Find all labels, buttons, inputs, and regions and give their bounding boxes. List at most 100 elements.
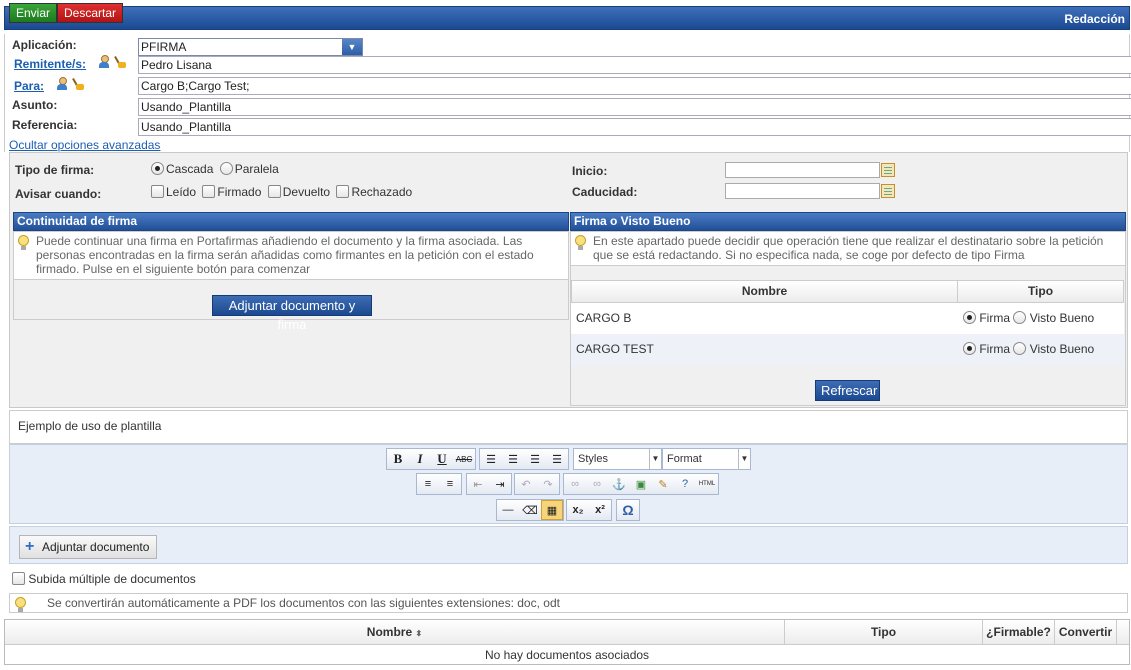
align-center-icon[interactable]: ☰ bbox=[502, 449, 524, 469]
image-icon[interactable]: ▣ bbox=[630, 474, 652, 494]
clear-broom-icon[interactable] bbox=[72, 77, 84, 91]
bullet-list-icon[interactable]: ≡ bbox=[417, 474, 439, 494]
clear-broom-icon[interactable] bbox=[114, 55, 126, 69]
approval-tip-text: En este apartado puede decidir que opera… bbox=[593, 234, 1104, 262]
to-link[interactable]: Para: bbox=[14, 79, 44, 93]
sign-radio[interactable] bbox=[963, 342, 976, 355]
read-checkbox[interactable] bbox=[151, 185, 164, 198]
app-select[interactable]: PFIRMA ▼ bbox=[138, 38, 363, 56]
returned-label: Devuelto bbox=[282, 185, 331, 199]
sort-icon[interactable]: ⬍ bbox=[415, 629, 422, 638]
link-icon[interactable]: ∞ bbox=[564, 474, 586, 494]
convert-tip-text: Se convertirán automáticamente a PDF los… bbox=[47, 596, 560, 610]
discard-button[interactable]: Descartar bbox=[57, 3, 124, 23]
multi-upload-checkbox[interactable] bbox=[12, 572, 25, 585]
horizontal-rule-icon[interactable]: — bbox=[497, 500, 519, 520]
calendar-icon[interactable] bbox=[881, 163, 895, 177]
hide-advanced-options-link[interactable]: Ocultar opciones avanzadas bbox=[9, 138, 160, 152]
calendar-icon[interactable] bbox=[881, 184, 895, 198]
undo-icon[interactable]: ↶ bbox=[515, 474, 537, 494]
attach-document-and-signature-button[interactable]: Adjuntar documento y firma bbox=[212, 295, 372, 332]
col-type-header: Tipo bbox=[1027, 284, 1054, 298]
eraser-icon[interactable]: ⌫ bbox=[519, 500, 541, 520]
cleanup-icon[interactable]: ✎ bbox=[652, 474, 674, 494]
approval-radio[interactable] bbox=[1013, 342, 1027, 355]
anchor-icon[interactable]: ⚓ bbox=[608, 474, 630, 494]
attach-area: + Adjuntar documento bbox=[9, 526, 1128, 564]
align-justify-icon[interactable]: ☰ bbox=[546, 449, 568, 469]
to-field[interactable]: Cargo B;Cargo Test; bbox=[138, 77, 1131, 95]
parallel-label: Paralela bbox=[234, 162, 279, 176]
approval-header: Firma o Visto Bueno bbox=[570, 212, 1126, 231]
styles-select-value: Styles bbox=[578, 453, 608, 465]
omega-icon[interactable]: Ω bbox=[617, 500, 639, 520]
attach-document-button[interactable]: + Adjuntar documento bbox=[19, 535, 158, 559]
italic-button[interactable]: I bbox=[409, 449, 431, 469]
recipient-type: Firma Visto Bueno bbox=[957, 303, 1124, 334]
bold-button[interactable]: B bbox=[387, 449, 409, 469]
chevron-down-icon[interactable]: ▼ bbox=[342, 39, 362, 55]
col-name-header[interactable]: Nombre ⬍ bbox=[5, 620, 785, 644]
rejected-checkbox[interactable] bbox=[336, 185, 350, 198]
top-toolbar bbox=[4, 6, 1130, 30]
request-form: Aplicación: PFIRMA ▼ Remitente/s: Pedro … bbox=[4, 34, 1131, 152]
table-row: CARGO TEST Firma Visto Bueno bbox=[571, 334, 1124, 365]
underline-button[interactable]: U bbox=[431, 449, 453, 469]
senders-field[interactable]: Pedro Lisana bbox=[138, 56, 1131, 74]
redo-icon[interactable]: ↷ bbox=[537, 474, 559, 494]
align-left-icon[interactable]: ☰ bbox=[480, 449, 502, 469]
align-group: ☰ ☰ ☰ ☰ bbox=[479, 448, 569, 470]
html-source-button[interactable]: HTML bbox=[696, 474, 718, 494]
recipient-name: CARGO TEST bbox=[576, 342, 654, 356]
reference-field[interactable]: Usando_Plantilla bbox=[138, 118, 1131, 136]
format-select[interactable]: Format ▼ bbox=[662, 448, 751, 470]
col-name-header: Nombre bbox=[572, 281, 958, 302]
approval-tip: En este apartado puede decidir que opera… bbox=[570, 231, 1126, 266]
person-icon[interactable] bbox=[98, 55, 110, 69]
align-right-icon[interactable]: ☰ bbox=[524, 449, 546, 469]
cascade-radio[interactable] bbox=[151, 162, 164, 175]
subscript-icon[interactable]: x₂ bbox=[567, 500, 589, 520]
start-date-input[interactable] bbox=[725, 162, 895, 178]
indent-icon[interactable]: ⇥ bbox=[489, 474, 511, 494]
approval-radio[interactable] bbox=[1013, 311, 1027, 324]
recipient-type: Firma Visto Bueno bbox=[957, 334, 1124, 365]
person-icon[interactable] bbox=[56, 77, 68, 91]
subject-field[interactable]: Usando_Plantilla bbox=[138, 98, 1131, 116]
recipient-name: CARGO B bbox=[576, 311, 632, 325]
list-group: ≡ ≡ bbox=[416, 473, 462, 495]
sign-radio[interactable] bbox=[963, 311, 976, 324]
signed-checkbox[interactable] bbox=[202, 185, 216, 198]
script-group: x₂ x² bbox=[566, 499, 612, 521]
notify-group: Leído Firmado Devuelto Rechazado bbox=[151, 185, 415, 199]
table-header: Nombre Tipo bbox=[571, 280, 1124, 303]
unlink-icon[interactable]: ∞ bbox=[586, 474, 608, 494]
read-label: Leído bbox=[166, 185, 197, 199]
strikethrough-button[interactable]: ABC bbox=[453, 449, 475, 469]
app-select-value: PFIRMA bbox=[141, 40, 187, 54]
misc-group: — ⌫ ▦ bbox=[496, 499, 564, 521]
lightbulb-icon bbox=[18, 235, 29, 250]
help-icon[interactable]: ? bbox=[674, 474, 696, 494]
sign-label: Firma bbox=[979, 311, 1011, 325]
styles-select[interactable]: Styles ▼ bbox=[573, 448, 662, 470]
insert-group: ∞ ∞ ⚓ ▣ ✎ ? HTML bbox=[563, 473, 719, 495]
editor-body[interactable]: Ejemplo de uso de plantilla bbox=[9, 410, 1128, 444]
page-title: Redacción bbox=[1064, 12, 1125, 26]
refresh-button[interactable]: Refrescar bbox=[815, 380, 880, 401]
lightbulb-icon bbox=[15, 597, 26, 612]
parallel-radio[interactable] bbox=[219, 162, 233, 175]
returned-checkbox[interactable] bbox=[267, 185, 281, 198]
subject-label: Asunto: bbox=[12, 98, 58, 112]
empty-message: No hay documentos asociados bbox=[484, 648, 650, 662]
expiry-date-input[interactable] bbox=[725, 183, 895, 199]
senders-link[interactable]: Remitente/s: bbox=[14, 57, 86, 71]
documents-table: Nombre ⬍ Tipo ¿Firmable? Convertir No ha… bbox=[4, 619, 1130, 665]
send-button[interactable]: Enviar bbox=[9, 3, 58, 23]
outdent-icon[interactable]: ⇤ bbox=[467, 474, 489, 494]
numbered-list-icon[interactable]: ≡ bbox=[439, 474, 461, 494]
table-icon[interactable]: ▦ bbox=[541, 500, 563, 520]
superscript-icon[interactable]: x² bbox=[589, 500, 611, 520]
special-char-group: Ω bbox=[616, 499, 640, 521]
expiry-label: Caducidad: bbox=[572, 185, 638, 199]
